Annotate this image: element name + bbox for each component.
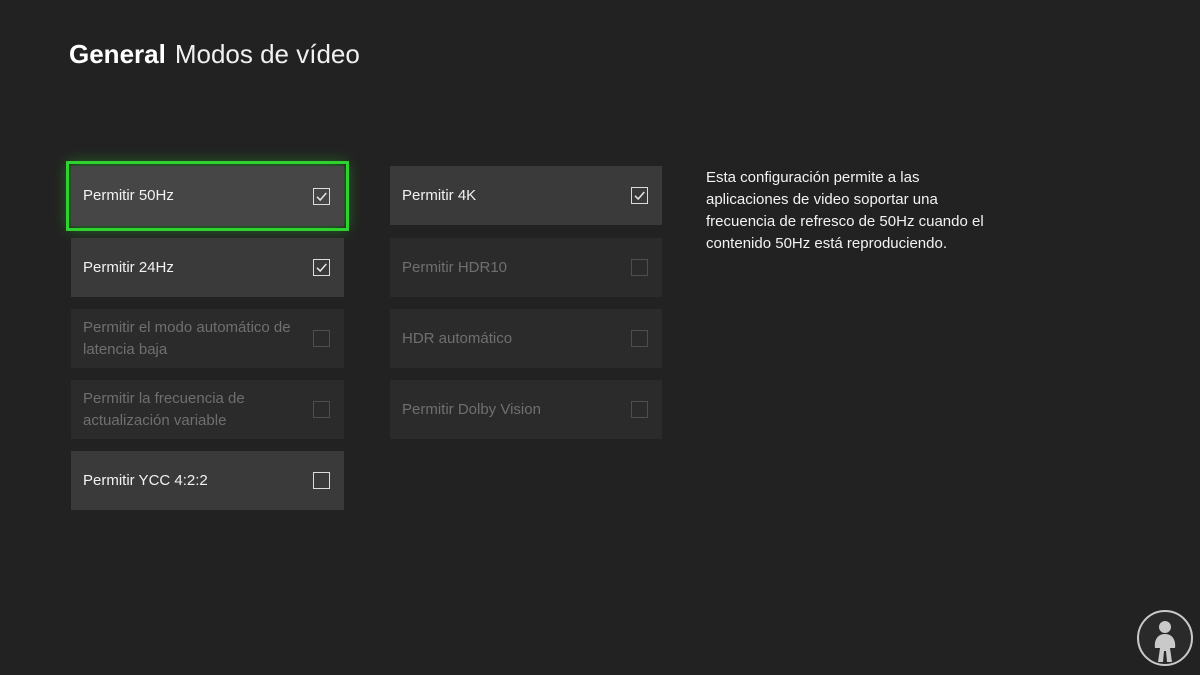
checkbox-icon[interactable]	[631, 401, 648, 418]
page-header: General Modos de vídeo	[69, 38, 360, 70]
option-label: Permitir Dolby Vision	[402, 400, 541, 418]
option-label: Permitir el modo automático de latencia …	[83, 318, 291, 358]
section-title: General	[69, 39, 166, 69]
checkbox-icon[interactable]	[631, 330, 648, 347]
woman-silhouette-logo-icon	[1137, 610, 1193, 666]
checkbox-icon[interactable]	[313, 472, 330, 489]
option-allow-ycc-422[interactable]: Permitir YCC 4:2:2	[71, 451, 344, 510]
option-label: Permitir HDR10	[402, 258, 508, 276]
option-auto-hdr[interactable]: HDR automático	[390, 309, 662, 368]
page-title: Modos de vídeo	[174, 39, 360, 69]
option-label: Permitir YCC 4:2:2	[83, 471, 208, 489]
option-allow-hdr10[interactable]: Permitir HDR10	[390, 238, 662, 297]
checkbox-icon[interactable]	[313, 259, 330, 276]
option-allow-dolby-vision[interactable]: Permitir Dolby Vision	[390, 380, 662, 439]
checkbox-icon[interactable]	[313, 187, 330, 205]
checkbox-icon[interactable]	[313, 330, 330, 347]
option-allow-24hz[interactable]: Permitir 24Hz	[71, 238, 344, 297]
option-variable-refresh-rate[interactable]: Permitir la frecuencia de actualización …	[71, 380, 344, 439]
option-description: Esta configuración permite a las aplicac…	[706, 169, 984, 252]
option-label: Permitir 4K	[402, 186, 477, 204]
option-allow-50hz[interactable]: Permitir 50Hz	[66, 161, 349, 231]
option-label: Permitir 24Hz	[83, 258, 174, 276]
checkbox-icon[interactable]	[631, 259, 648, 276]
checkbox-icon[interactable]	[313, 401, 330, 418]
option-label: HDR automático	[402, 329, 513, 347]
option-label: Permitir 50Hz	[83, 187, 174, 204]
option-allow-4k[interactable]: Permitir 4K	[390, 166, 662, 225]
checkbox-icon[interactable]	[631, 187, 648, 204]
option-auto-low-latency-mode[interactable]: Permitir el modo automático de latencia …	[71, 309, 344, 368]
option-label: Permitir la frecuencia de actualización …	[83, 389, 245, 429]
